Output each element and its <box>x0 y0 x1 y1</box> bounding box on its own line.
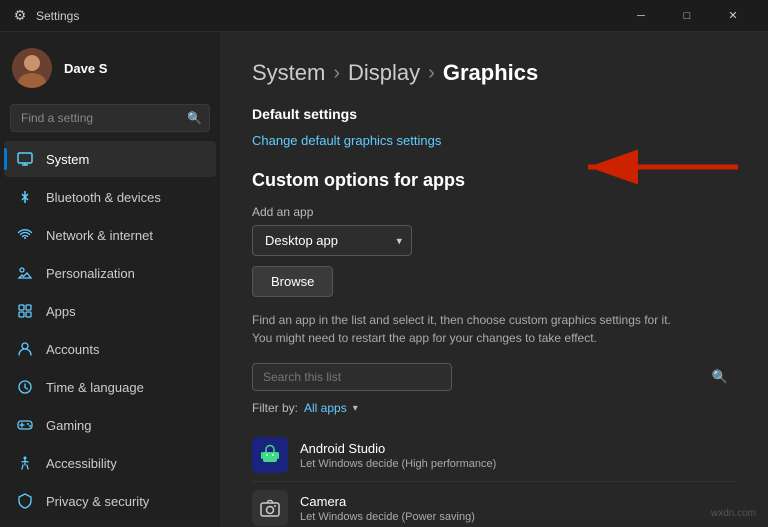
filter-chevron-icon: ▾ <box>353 403 358 414</box>
search-input[interactable] <box>10 104 210 132</box>
sidebar-item-label: Gaming <box>46 418 92 433</box>
breadcrumb: System › Display › Graphics <box>252 60 736 86</box>
sidebar-item-label: Network & internet <box>46 228 153 243</box>
system-icon <box>16 150 34 168</box>
breadcrumb-display: Display <box>348 60 420 86</box>
list-item[interactable]: Camera Let Windows decide (Power saving) <box>252 482 736 527</box>
app-name: Camera <box>300 494 475 509</box>
search-list-row: 🔍 <box>252 363 736 391</box>
hint-text: Find an app in the list and select it, t… <box>252 311 692 347</box>
default-settings-title: Default settings <box>252 106 736 122</box>
sidebar-item-accessibility[interactable]: Accessibility <box>4 445 216 481</box>
privacy-icon <box>16 492 34 510</box>
breadcrumb-system: System <box>252 60 325 86</box>
network-icon <box>16 226 34 244</box>
sidebar-item-personalization[interactable]: Personalization <box>4 255 216 291</box>
titlebar-controls: ─ □ ✕ <box>618 0 756 32</box>
browse-button[interactable]: Browse <box>252 266 333 297</box>
app-icon-camera <box>252 490 288 526</box>
sidebar-item-label: System <box>46 152 89 167</box>
sidebar-item-label: Accounts <box>46 342 99 357</box>
sidebar-item-system[interactable]: System <box>4 141 216 177</box>
app-list: Android Studio Let Windows decide (High … <box>252 429 736 527</box>
bluetooth-icon <box>16 188 34 206</box>
breadcrumb-chevron-1: › <box>333 62 340 85</box>
sidebar-item-apps[interactable]: Apps <box>4 293 216 329</box>
filter-row: Filter by: All apps ▾ <box>252 401 736 415</box>
apps-icon <box>16 302 34 320</box>
sidebar-item-time[interactable]: Time & language <box>4 369 216 405</box>
content-area: System › Display › Graphics Default sett… <box>220 32 768 527</box>
accessibility-icon <box>16 454 34 472</box>
gaming-icon <box>16 416 34 434</box>
sidebar-item-privacy[interactable]: Privacy & security <box>4 483 216 519</box>
sidebar-search[interactable]: 🔍 <box>10 104 210 132</box>
app-info: Android Studio Let Windows decide (High … <box>300 441 496 470</box>
list-item[interactable]: Android Studio Let Windows decide (High … <box>252 429 736 482</box>
breadcrumb-chevron-2: › <box>428 62 435 85</box>
sidebar-item-label: Apps <box>46 304 76 319</box>
sidebar-item-network[interactable]: Network & internet <box>4 217 216 253</box>
app-info: Camera Let Windows decide (Power saving) <box>300 494 475 523</box>
sidebar-item-gaming[interactable]: Gaming <box>4 407 216 443</box>
avatar <box>12 48 52 88</box>
app-icon-android <box>252 437 288 473</box>
titlebar-left: ⚙ Settings <box>12 8 618 24</box>
search-list-input[interactable] <box>252 363 452 391</box>
sidebar-item-update[interactable]: Windows Update <box>4 521 216 527</box>
add-app-label: Add an app <box>252 205 736 219</box>
dropdown-wrapper: Desktop app Microsoft Store app ▾ <box>252 225 412 256</box>
change-default-link[interactable]: Change default graphics settings <box>252 133 441 148</box>
user-name: Dave S <box>64 61 107 76</box>
filter-label: Filter by: <box>252 401 298 415</box>
personalization-icon <box>16 264 34 282</box>
sidebar-item-label: Privacy & security <box>46 494 149 509</box>
sidebar-item-label: Personalization <box>46 266 135 281</box>
app-body: Dave S 🔍 System <box>0 32 768 527</box>
titlebar: ⚙ Settings ─ □ ✕ <box>0 0 768 32</box>
app-desc: Let Windows decide (Power saving) <box>300 511 475 523</box>
custom-options-title: Custom options for apps <box>252 170 736 191</box>
maximize-button[interactable]: □ <box>664 0 710 32</box>
minimize-button[interactable]: ─ <box>618 0 664 32</box>
sidebar-item-label: Time & language <box>46 380 144 395</box>
search-list-icon: 🔍 <box>712 369 728 385</box>
sidebar-item-label: Accessibility <box>46 456 117 471</box>
sidebar-item-accounts[interactable]: Accounts <box>4 331 216 367</box>
close-button[interactable]: ✕ <box>710 0 756 32</box>
time-icon <box>16 378 34 396</box>
sidebar-item-bluetooth[interactable]: Bluetooth & devices <box>4 179 216 215</box>
accounts-icon <box>16 340 34 358</box>
app-type-dropdown[interactable]: Desktop app Microsoft Store app <box>252 225 412 256</box>
user-profile[interactable]: Dave S <box>0 32 220 100</box>
titlebar-title: Settings <box>36 9 79 23</box>
search-icon: 🔍 <box>187 111 202 125</box>
sidebar: Dave S 🔍 System <box>0 32 220 527</box>
add-app-row: Desktop app Microsoft Store app ▾ <box>252 225 736 256</box>
sidebar-nav: System Bluetooth & devices <box>0 140 220 527</box>
app-desc: Let Windows decide (High performance) <box>300 458 496 470</box>
breadcrumb-graphics: Graphics <box>443 60 538 86</box>
filter-value[interactable]: All apps <box>304 401 347 415</box>
app-name: Android Studio <box>300 441 496 456</box>
settings-icon: ⚙ <box>12 8 28 24</box>
sidebar-item-label: Bluetooth & devices <box>46 190 161 205</box>
